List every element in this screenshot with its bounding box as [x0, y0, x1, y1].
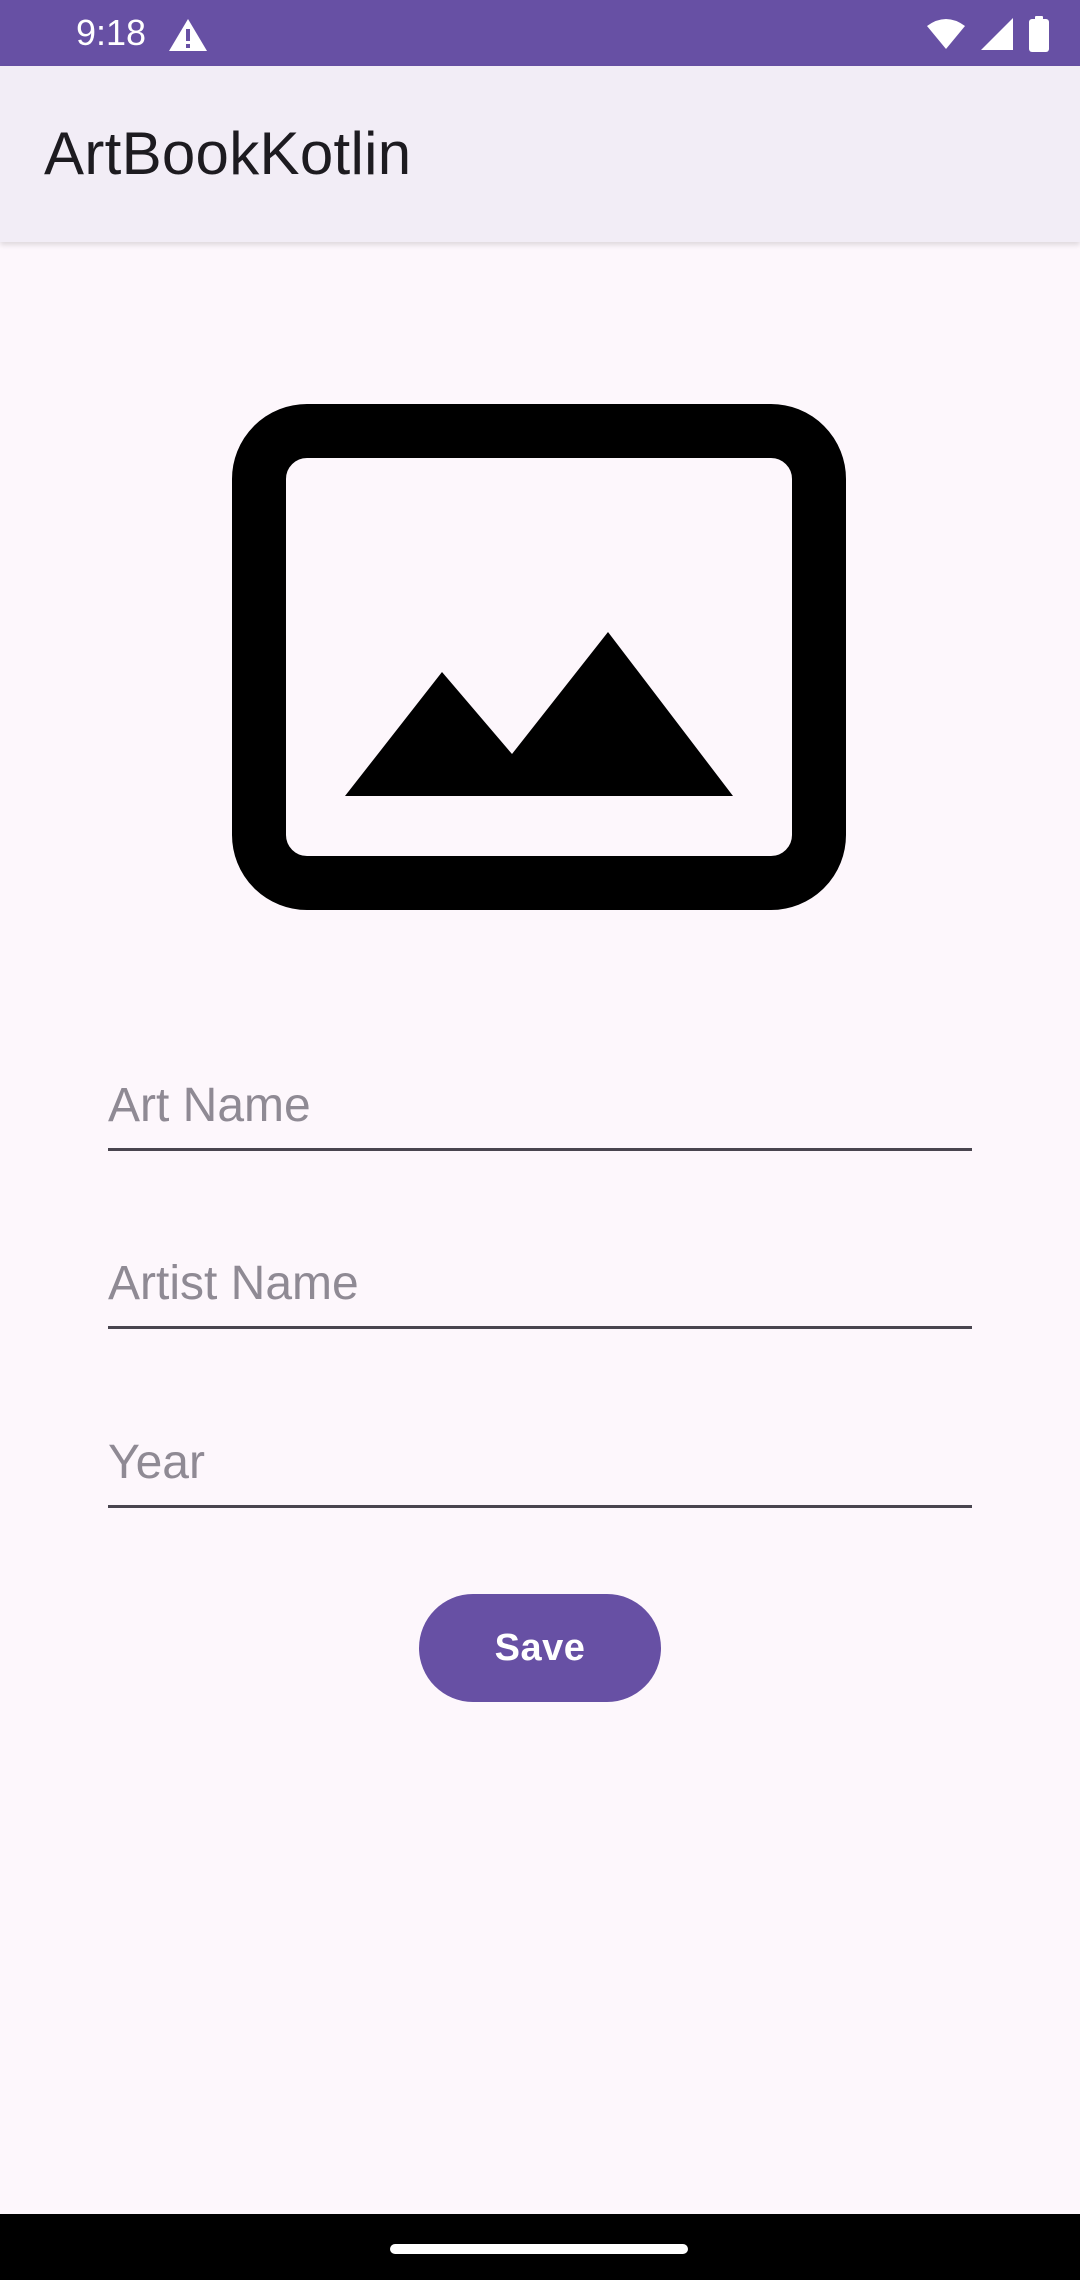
- save-button[interactable]: Save: [419, 1594, 661, 1702]
- artist-name-field[interactable]: [108, 1236, 972, 1329]
- page-title: ArtBookKotlin: [44, 120, 412, 187]
- select-image-button[interactable]: [232, 404, 846, 910]
- image-placeholder-icon: [232, 404, 846, 910]
- artist-name-input[interactable]: [108, 1248, 972, 1318]
- battery-icon: [1029, 16, 1049, 52]
- warning-icon: [169, 19, 207, 51]
- art-name-input[interactable]: [108, 1070, 972, 1140]
- app-bar: ArtBookKotlin: [0, 66, 1080, 242]
- year-field[interactable]: [108, 1415, 972, 1508]
- navigation-bar: [0, 2214, 1080, 2280]
- status-time: 9:18: [76, 12, 147, 53]
- art-name-field[interactable]: [108, 1058, 972, 1151]
- home-gesture-handle[interactable]: [390, 2244, 688, 2254]
- year-input[interactable]: [108, 1427, 972, 1497]
- wifi-icon: [927, 19, 965, 49]
- cellular-signal-icon: [981, 18, 1013, 50]
- status-bar: 9:18: [0, 0, 1080, 66]
- status-icons: [926, 14, 1050, 54]
